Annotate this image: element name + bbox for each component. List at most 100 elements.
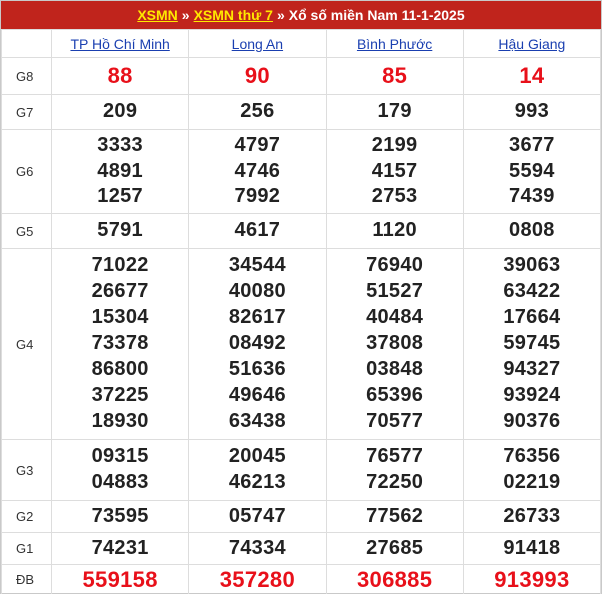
province-header-row: TP Hồ Chí Minh Long An Bình Phước Hậu Gi… <box>1 29 602 58</box>
prize-number: 913993 <box>494 566 570 592</box>
prize-label: G1 <box>1 532 52 565</box>
prize-cell: 913993 <box>462 564 602 594</box>
prize-number: 90376 <box>503 409 561 432</box>
prize-label: G5 <box>1 213 52 249</box>
prize-cell: 85 <box>325 57 464 95</box>
prize-label-header <box>1 29 52 58</box>
prize-cell: 90 <box>188 57 327 95</box>
prize-cell: 20045 46213 <box>188 439 327 501</box>
prize-number: 86800 <box>91 357 149 380</box>
xsmn-link[interactable]: XSMN <box>137 7 177 23</box>
results-container: XSMN » XSMN thứ 7 » Xổ số miền Nam 11-1-… <box>0 0 602 594</box>
prize-row-g6: G6 3333 4891 1257 4797 4746 7992 2199 4157 2753 36… <box>1 129 602 214</box>
prize-row-g2: G2 73595 05747 77562 26733 <box>1 500 602 533</box>
province-header: Long An <box>188 29 327 58</box>
page-title: Xổ số miền Nam 11-1-2025 <box>288 7 465 23</box>
prize-number: 05747 <box>228 504 286 527</box>
province-link-binh-phuoc[interactable]: Bình Phước <box>357 36 432 52</box>
prize-number: 3677 <box>509 133 555 156</box>
prize-number: 88 <box>107 63 133 89</box>
prize-number: 73595 <box>91 504 149 527</box>
prize-number: 65396 <box>366 383 424 406</box>
prize-label: G3 <box>1 439 52 501</box>
province-link-hau-giang[interactable]: Hậu Giang <box>498 36 565 52</box>
prize-cell: 34544 40080 82617 08492 51636 49646 63438 <box>188 248 327 440</box>
prize-cell: 26733 <box>462 500 602 533</box>
results-body: G8 88 90 85 14 G7 209 256 179 993 G6 3333 4891 1257 47… <box>1 57 602 594</box>
prize-number: 90 <box>244 63 270 89</box>
prize-number: 2753 <box>371 185 418 208</box>
prize-label: G7 <box>1 94 52 130</box>
prize-cell: 306885 <box>325 564 464 594</box>
prize-number: 256 <box>240 100 275 123</box>
prize-number: 63422 <box>503 280 561 303</box>
prize-cell: 09315 04883 <box>50 439 190 501</box>
prize-cell: 76356 02219 <box>462 439 602 501</box>
prize-number: 1257 <box>97 185 143 208</box>
prize-number: 20045 <box>228 445 286 468</box>
prize-number: 559158 <box>82 566 158 592</box>
prize-number: 73378 <box>91 332 149 355</box>
prize-number: 17664 <box>503 306 561 329</box>
prize-number: 4797 <box>234 133 281 156</box>
prize-number: 59745 <box>503 332 561 355</box>
prize-label: G6 <box>1 129 52 214</box>
prize-number: 37225 <box>91 383 149 406</box>
prize-row-g7: G7 209 256 179 993 <box>1 94 602 130</box>
prize-label: G2 <box>1 500 52 533</box>
prize-number: 85 <box>382 63 408 89</box>
prize-cell: 3677 5594 7439 <box>462 129 602 214</box>
prize-cell: 179 <box>325 94 464 130</box>
prize-number: 94327 <box>503 357 561 380</box>
prize-number: 49646 <box>228 383 286 406</box>
prize-number: 1120 <box>372 219 417 242</box>
prize-number: 46213 <box>228 471 286 493</box>
prize-cell: 77562 <box>325 500 464 533</box>
prize-number: 72250 <box>366 471 424 493</box>
prize-cell: 27685 <box>325 532 464 565</box>
prize-number: 51527 <box>366 280 424 303</box>
breadcrumb-separator: » <box>181 7 190 23</box>
province-header: TP Hồ Chí Minh <box>50 29 190 58</box>
prize-cell: 3333 4891 1257 <box>50 129 190 214</box>
prize-row-g5: G5 5791 4617 1120 0808 <box>1 213 602 249</box>
prize-number: 27685 <box>366 536 424 559</box>
prize-number: 34544 <box>228 254 286 277</box>
prize-number: 14 <box>519 63 545 89</box>
province-link-long-an[interactable]: Long An <box>232 36 283 52</box>
province-link-hcm[interactable]: TP Hồ Chí Minh <box>70 36 169 52</box>
prize-number: 03848 <box>366 357 424 380</box>
prize-number: 91418 <box>503 536 561 559</box>
prize-number: 7439 <box>509 185 555 208</box>
prize-row-g1: G1 74231 74334 27685 91418 <box>1 532 602 565</box>
prize-number: 3333 <box>97 133 143 156</box>
xsmn-saturday-link[interactable]: XSMN thứ 7 <box>194 7 273 23</box>
prize-number: 15304 <box>91 306 149 329</box>
prize-cell: 76940 51527 40484 37808 03848 65396 70577 <box>325 248 464 440</box>
prize-row-g8: G8 88 90 85 14 <box>1 57 602 95</box>
prize-number: 08492 <box>228 332 286 355</box>
prize-cell: 71022 26677 15304 73378 86800 37225 18930 <box>50 248 190 440</box>
prize-number: 74334 <box>228 536 286 559</box>
prize-number: 0808 <box>509 219 555 242</box>
prize-cell: 357280 <box>188 564 327 594</box>
province-header: Hậu Giang <box>462 29 602 58</box>
prize-cell: 559158 <box>50 564 190 594</box>
prize-number: 04883 <box>91 471 149 493</box>
prize-number: 5791 <box>97 219 143 242</box>
prize-cell: 88 <box>50 57 190 95</box>
results-table: TP Hồ Chí Minh Long An Bình Phước Hậu Gi… <box>1 29 602 594</box>
prize-number: 26733 <box>503 504 561 527</box>
prize-number: 2199 <box>371 133 418 156</box>
prize-number: 77562 <box>366 504 424 527</box>
prize-number: 209 <box>102 100 138 123</box>
prize-number: 74231 <box>91 536 149 559</box>
prize-label: G4 <box>1 248 52 440</box>
prize-number: 93924 <box>503 383 561 406</box>
prize-number: 4157 <box>371 159 418 182</box>
prize-number: 51636 <box>228 357 286 380</box>
prize-cell: 256 <box>188 94 327 130</box>
prize-number: 82617 <box>228 306 286 329</box>
prize-row-db: ĐB 559158 357280 306885 913993 <box>1 564 602 594</box>
prize-cell: 05747 <box>188 500 327 533</box>
